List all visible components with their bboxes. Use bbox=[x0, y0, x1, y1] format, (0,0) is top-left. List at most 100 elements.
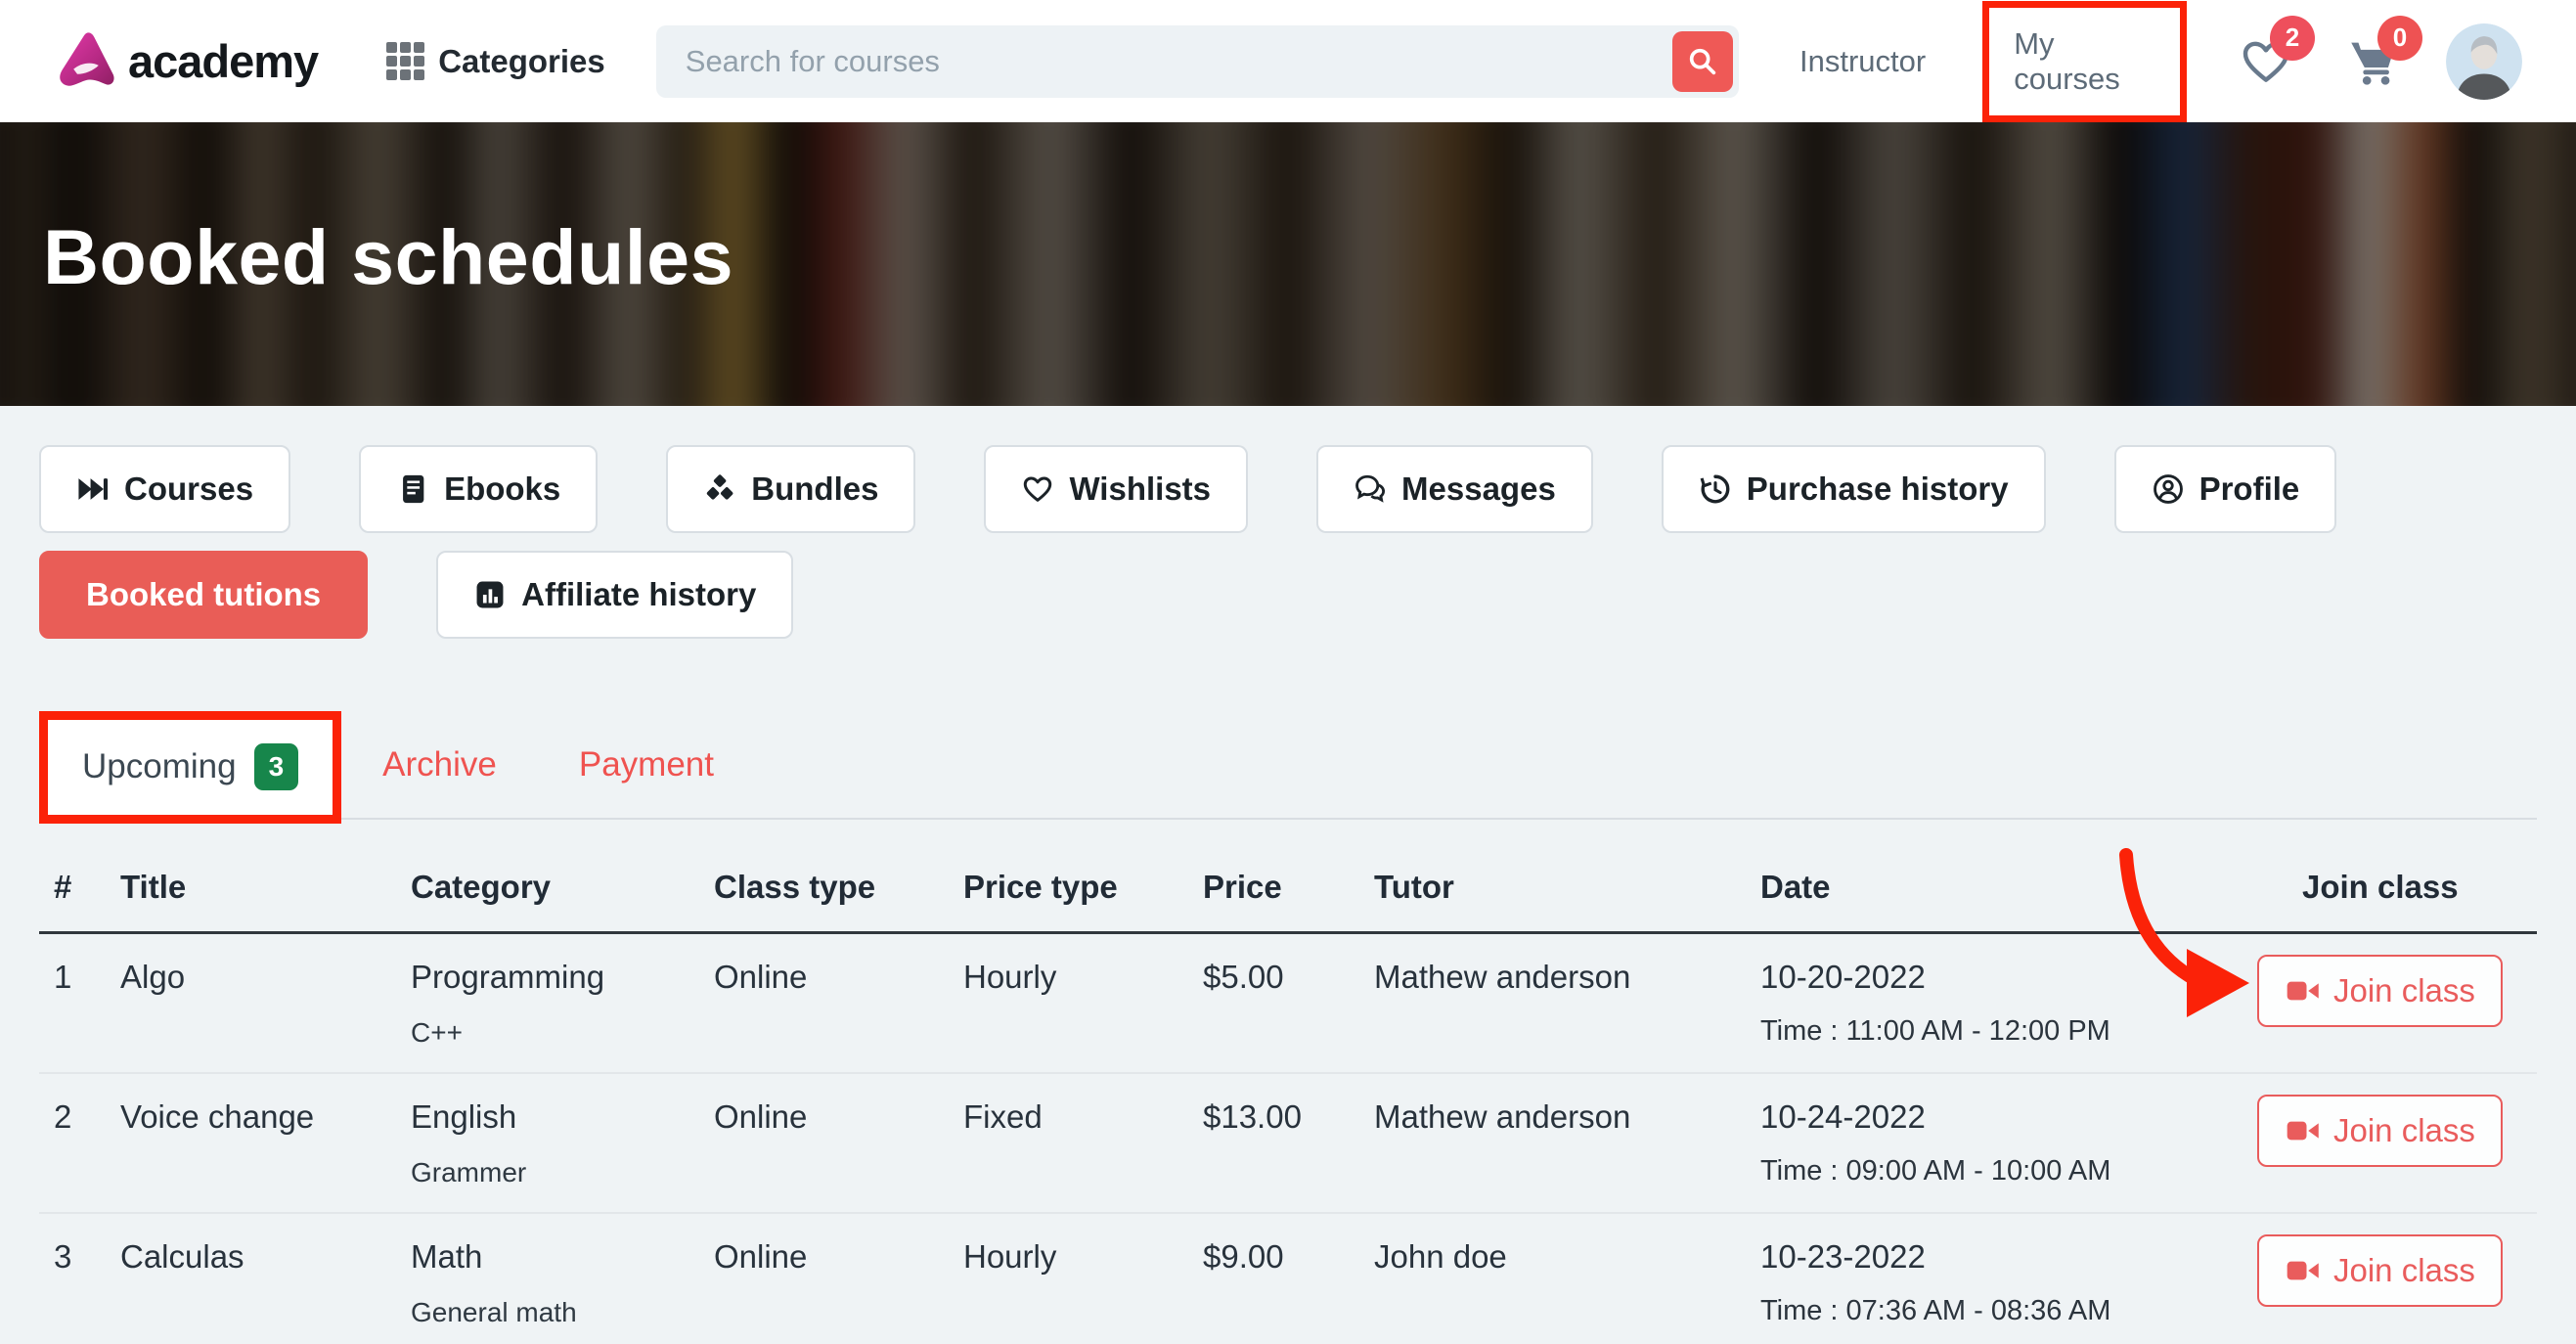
wishlist-button[interactable]: 2 bbox=[2238, 31, 2293, 92]
menu-courses-button[interactable]: Courses bbox=[39, 445, 290, 533]
book-icon bbox=[396, 472, 429, 506]
cell-class-type: Online bbox=[714, 959, 963, 996]
cell-join: Join class bbox=[2240, 1238, 2537, 1307]
menu-label: Affiliate history bbox=[521, 576, 756, 613]
menu-booked-tutions-button[interactable]: Booked tutions bbox=[39, 551, 368, 639]
cell-tutor: Mathew anderson bbox=[1374, 959, 1760, 996]
heart-icon bbox=[1021, 472, 1054, 506]
cell-class-type: Online bbox=[714, 1238, 963, 1276]
col-price: Price bbox=[1203, 869, 1374, 906]
tab-upcoming[interactable]: Upcoming 3 bbox=[39, 714, 341, 820]
cart-button[interactable]: 0 bbox=[2344, 31, 2401, 92]
video-camera-icon bbox=[2285, 1117, 2322, 1144]
join-class-label: Join class bbox=[2333, 972, 2475, 1009]
person-circle-icon bbox=[2152, 472, 2185, 506]
cubes-icon bbox=[703, 472, 736, 506]
col-class-type: Class type bbox=[714, 869, 963, 906]
table-row: 1 Algo Programming C++ Online Hourly $5.… bbox=[39, 934, 2537, 1074]
schedule-tabs: Upcoming 3 Archive Payment bbox=[39, 712, 2537, 820]
join-class-button[interactable]: Join class bbox=[2257, 1234, 2503, 1307]
col-num: # bbox=[54, 869, 120, 906]
cell-date: 10-23-2022 Time : 07:36 AM - 08:36 AM bbox=[1760, 1238, 2240, 1327]
date-main: 10-24-2022 bbox=[1760, 1098, 2240, 1136]
col-tutor: Tutor bbox=[1374, 869, 1760, 906]
cell-join: Join class bbox=[2240, 959, 2537, 1027]
join-class-button[interactable]: Join class bbox=[2257, 1095, 2503, 1167]
menu-label: Booked tutions bbox=[86, 576, 321, 613]
menu-purchase-history-button[interactable]: Purchase history bbox=[1662, 445, 2046, 533]
categories-grid-icon bbox=[386, 42, 424, 80]
cell-num: 1 bbox=[54, 959, 120, 996]
menu-label: Courses bbox=[124, 470, 253, 508]
tab-archive[interactable]: Archive bbox=[341, 712, 538, 818]
menu-label: Wishlists bbox=[1069, 470, 1211, 508]
menu-label: Profile bbox=[2199, 470, 2300, 508]
avatar-image bbox=[2446, 23, 2522, 100]
category-main: Programming bbox=[411, 959, 714, 996]
wishlist-count-badge: 2 bbox=[2270, 16, 2315, 61]
bar-chart-icon bbox=[473, 578, 507, 611]
search-bar bbox=[656, 25, 1739, 98]
menu-wishlists-button[interactable]: Wishlists bbox=[984, 445, 1248, 533]
cell-title: Calculas bbox=[120, 1238, 411, 1276]
cell-num: 2 bbox=[54, 1098, 120, 1136]
brand-logo[interactable]: academy bbox=[54, 30, 318, 93]
skip-forward-icon bbox=[76, 472, 110, 506]
search-input[interactable] bbox=[656, 25, 1739, 98]
menu-affiliate-history-button[interactable]: Affiliate history bbox=[436, 551, 793, 639]
col-category: Category bbox=[411, 869, 714, 906]
search-icon bbox=[1686, 45, 1719, 78]
cell-join: Join class bbox=[2240, 1098, 2537, 1167]
date-time: Time : 07:36 AM - 08:36 AM bbox=[1760, 1295, 2240, 1327]
page-title: Booked schedules bbox=[43, 212, 733, 302]
nav-my-courses-link[interactable]: My courses bbox=[2014, 26, 2120, 96]
brand-logo-icon bbox=[54, 30, 118, 93]
category-sub: General math bbox=[411, 1297, 714, 1328]
cell-class-type: Online bbox=[714, 1098, 963, 1136]
cell-date: 10-24-2022 Time : 09:00 AM - 10:00 AM bbox=[1760, 1098, 2240, 1187]
cell-title: Voice change bbox=[120, 1098, 411, 1136]
menu-bundles-button[interactable]: Bundles bbox=[666, 445, 915, 533]
join-class-button[interactable]: Join class bbox=[2257, 955, 2503, 1027]
date-time: Time : 11:00 AM - 12:00 PM bbox=[1760, 1015, 2240, 1048]
chat-icon bbox=[1354, 472, 1387, 506]
menu-label: Purchase history bbox=[1747, 470, 2009, 508]
avatar[interactable] bbox=[2446, 23, 2522, 100]
history-icon bbox=[1699, 472, 1732, 506]
booked-schedules-table: # Title Category Class type Price type P… bbox=[39, 843, 2537, 1344]
category-sub: Grammer bbox=[411, 1157, 714, 1188]
navbar: academy Categories Instructor My courses… bbox=[0, 0, 2576, 122]
col-price-type: Price type bbox=[963, 869, 1203, 906]
nav-my-courses-wrap: My courses bbox=[1982, 1, 2187, 122]
menu-ebooks-button[interactable]: Ebooks bbox=[359, 445, 598, 533]
menu-label: Ebooks bbox=[444, 470, 560, 508]
table-row: 3 Calculas Math General math Online Hour… bbox=[39, 1214, 2537, 1344]
table-header-row: # Title Category Class type Price type P… bbox=[39, 843, 2537, 934]
cell-category: English Grammer bbox=[411, 1098, 714, 1188]
cell-category: Math General math bbox=[411, 1238, 714, 1328]
date-main: 10-23-2022 bbox=[1760, 1238, 2240, 1276]
search-button[interactable] bbox=[1672, 31, 1733, 92]
col-join-class: Join class bbox=[2240, 869, 2537, 906]
col-date: Date bbox=[1760, 869, 2240, 906]
tab-payment[interactable]: Payment bbox=[538, 712, 755, 818]
menu-messages-button[interactable]: Messages bbox=[1316, 445, 1593, 533]
col-title: Title bbox=[120, 869, 411, 906]
cell-tutor: Mathew anderson bbox=[1374, 1098, 1760, 1136]
upcoming-count-badge: 3 bbox=[254, 743, 299, 790]
categories-button[interactable]: Categories bbox=[386, 42, 605, 80]
cell-price: $9.00 bbox=[1203, 1238, 1374, 1276]
date-time: Time : 09:00 AM - 10:00 AM bbox=[1760, 1155, 2240, 1187]
brand-name: academy bbox=[128, 34, 318, 88]
cell-num: 3 bbox=[54, 1238, 120, 1276]
video-camera-icon bbox=[2285, 977, 2322, 1005]
video-camera-icon bbox=[2285, 1257, 2322, 1284]
menu-profile-button[interactable]: Profile bbox=[2114, 445, 2337, 533]
cell-price-type: Hourly bbox=[963, 1238, 1203, 1276]
menu-label: Messages bbox=[1401, 470, 1556, 508]
nav-instructor-link[interactable]: Instructor bbox=[1799, 44, 1926, 79]
cell-tutor: John doe bbox=[1374, 1238, 1760, 1276]
menu-label: Bundles bbox=[751, 470, 878, 508]
tab-upcoming-label: Upcoming bbox=[82, 747, 237, 786]
cell-category: Programming C++ bbox=[411, 959, 714, 1049]
